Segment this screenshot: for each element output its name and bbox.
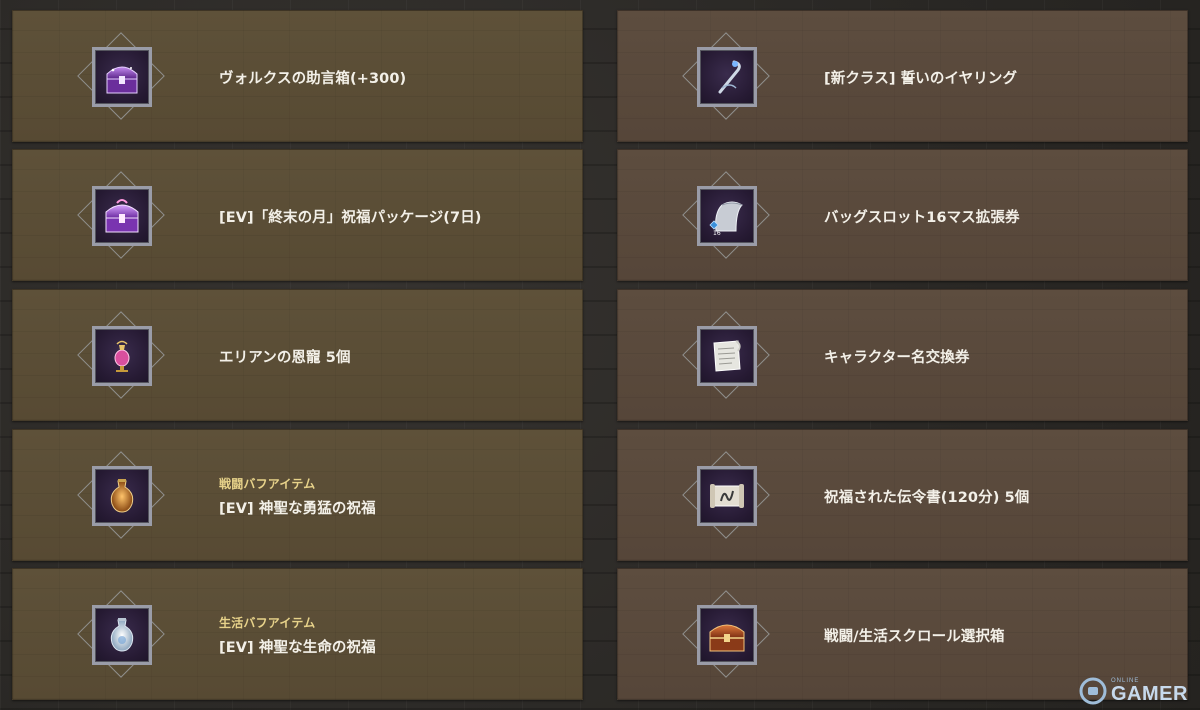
potion-orange-icon bbox=[110, 479, 134, 513]
earring-icon bbox=[718, 60, 741, 94]
online-gamer-watermark: ONLINE GAMER bbox=[1078, 676, 1190, 706]
chest-purple-icon bbox=[106, 66, 138, 94]
item-icon-slot bbox=[77, 451, 165, 539]
item-title: ヴォルクスの助言箱(+300) bbox=[219, 70, 407, 87]
scroll-letter-icon bbox=[710, 484, 744, 508]
item-icon-slot bbox=[682, 311, 770, 399]
item-title: [新クラス] 誓いのイヤリング bbox=[824, 70, 1018, 87]
item-card: 生活バフアイテム [EV] 神聖な生命の祝福 bbox=[12, 568, 583, 700]
item-icon-slot bbox=[77, 32, 165, 120]
chest-brown-icon bbox=[709, 624, 745, 652]
potion-pink-icon bbox=[114, 340, 130, 372]
item-title: 祝福された伝令書(120分) 5個 bbox=[824, 489, 1030, 506]
watermark-big-text: GAMER bbox=[1111, 683, 1188, 705]
item-card: 祝福された伝令書(120分) 5個 bbox=[617, 429, 1188, 561]
item-icon-slot bbox=[77, 590, 165, 678]
chest-purple-icon bbox=[105, 199, 139, 233]
item-card: [新クラス] 誓いのイヤリング bbox=[617, 10, 1188, 142]
item-title: 戦闘/生活スクロール選択箱 bbox=[824, 628, 1005, 645]
item-category: 生活バフアイテム bbox=[219, 615, 316, 630]
item-title: バッグスロット16マス拡張券 bbox=[824, 209, 1020, 226]
gamer-logo-icon bbox=[1079, 677, 1107, 705]
item-card: 16 バッグスロット16マス拡張券 bbox=[617, 149, 1188, 281]
item-card: エリアンの恩寵 5個 bbox=[12, 289, 583, 421]
item-card: キャラクター名交換券 bbox=[617, 289, 1188, 421]
item-icon-slot bbox=[682, 590, 770, 678]
item-title: [EV] 神聖な勇猛の祝福 bbox=[219, 500, 376, 517]
item-card: 戦闘バフアイテム [EV] 神聖な勇猛の祝福 bbox=[12, 429, 583, 561]
item-icon-slot bbox=[77, 171, 165, 259]
item-category: 戦闘バフアイテム bbox=[219, 476, 316, 491]
bag-badge: 16 bbox=[713, 230, 721, 237]
potion-white-icon bbox=[110, 618, 134, 652]
bag-expansion-icon: 16 bbox=[709, 201, 743, 237]
item-card: ヴォルクスの助言箱(+300) bbox=[12, 10, 583, 142]
item-title: エリアンの恩寵 5個 bbox=[219, 349, 351, 366]
item-title: キャラクター名交換券 bbox=[824, 349, 970, 366]
item-title: [EV] 神聖な生命の祝福 bbox=[219, 639, 376, 656]
item-icon-slot bbox=[682, 451, 770, 539]
item-icon-slot bbox=[77, 311, 165, 399]
item-icon-slot bbox=[682, 32, 770, 120]
scroll-paper-icon bbox=[713, 340, 741, 372]
item-card: [EV]「終末の月」祝福パッケージ(7日) bbox=[12, 149, 583, 281]
item-icon-slot: 16 bbox=[682, 171, 770, 259]
item-title: [EV]「終末の月」祝福パッケージ(7日) bbox=[219, 209, 482, 226]
